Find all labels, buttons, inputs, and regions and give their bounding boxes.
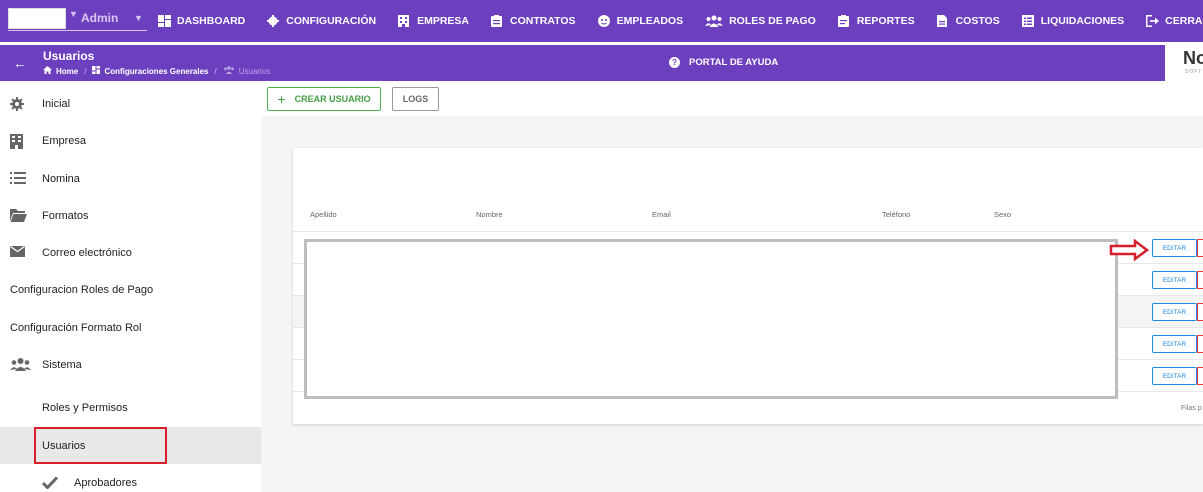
gear-icon [10,96,26,111]
edit-button[interactable]: EDITAR [1152,367,1197,385]
chevron-down-icon[interactable]: ▼ [134,13,143,23]
plus-icon: + [277,91,286,107]
edit-button[interactable]: EDITAR [1152,239,1197,257]
logo-text: No [1183,48,1203,68]
logs-button[interactable]: LOGS [392,87,439,111]
nav-reportes[interactable]: REPORTES [837,15,915,27]
sidebar-item-empresa[interactable]: Empresa [0,122,261,159]
breadcrumb-separator: / [214,66,217,76]
delete-button[interactable] [1197,335,1203,353]
delete-button[interactable] [1197,367,1203,385]
nav-liquidaciones[interactable]: LIQUIDACIONES [1021,15,1124,27]
building-icon [398,15,411,27]
logo-subtext: SOFT [1185,69,1203,75]
people-icon [705,15,724,27]
sidebar-item-nomina[interactable]: Nomina [0,160,261,197]
sidebar-item-configuracion-formato[interactable]: Configuración Formato Rol [0,309,261,346]
logout-icon [1146,15,1160,27]
sidebar-item-formatos[interactable]: Formatos [0,197,261,234]
people-icon [223,66,235,76]
nav-empleados[interactable]: EMPLEADOS [597,15,683,27]
clipboard-icon [491,15,504,27]
delete-button[interactable] [1197,271,1203,289]
home-icon [43,66,52,76]
back-arrow-icon[interactable]: ← [13,55,27,71]
delete-button[interactable] [1197,303,1203,321]
dashboard-icon [92,66,101,76]
face-icon [597,15,611,27]
breadcrumb-home[interactable]: Home [56,67,78,76]
page-title: Usuarios [43,49,95,63]
nav-menu: DASHBOARD CONFIGURACIÓN EMPRESA CONTRATO… [158,0,1203,42]
help-portal-link[interactable]: ? PORTAL DE AYUDA [669,57,778,68]
column-header-nombre[interactable]: Nombre [476,210,503,219]
sidebar-item-inicial[interactable]: Inicial [0,85,261,122]
breadcrumb: Home / Configuraciones Generales / Usuar… [43,66,270,76]
people-icon [10,357,32,372]
column-header-apellido[interactable]: Apellido [310,210,337,219]
check-icon [41,475,59,490]
gear-icon [267,15,280,27]
sidebar-item-correo[interactable]: Correo electrónico [0,234,261,271]
help-icon: ? [669,57,680,68]
breadcrumb-separator: / [84,66,87,76]
nav-contratos[interactable]: CONTRATOS [491,15,576,27]
document-icon [936,15,950,27]
nav-dashboard[interactable]: DASHBOARD [158,15,245,27]
nav-costos[interactable]: COSTOS [936,15,1000,27]
user-underline [8,30,147,31]
delete-button[interactable] [1197,239,1203,257]
breadcrumb-current: Usuarios [238,66,271,76]
nav-roles-de-pago[interactable]: ROLES DE PAGO [705,15,816,27]
create-user-button[interactable]: + CREAR USUARIO [267,87,381,111]
user-name[interactable]: Admin [81,11,118,25]
list-icon [10,171,26,186]
nav-empresa[interactable]: EMPRESA [398,15,469,27]
list-icon [1021,15,1035,27]
edit-button[interactable]: EDITAR [1152,271,1197,289]
sidebar-item-roles-permisos[interactable]: Roles y Permisos [0,389,261,426]
nav-configuracion[interactable]: CONFIGURACIÓN [267,15,376,27]
sidebar-item-configuracion-roles[interactable]: Configuracion Roles de Pago [0,271,261,308]
folder-icon [10,208,27,223]
report-icon [837,15,851,27]
mail-icon [10,245,26,260]
caret-down-icon: ▼ [69,9,78,19]
edit-button[interactable]: EDITAR [1152,335,1197,353]
column-header-sexo[interactable]: Sexo [994,210,1011,219]
edit-button[interactable]: EDITAR [1152,303,1197,321]
column-header-email[interactable]: Email [652,210,671,219]
highlight-annotation [34,427,167,464]
arrow-annotation-icon [1109,238,1150,266]
sidebar-item-sistema[interactable]: Sistema [0,346,261,383]
column-header-telefono[interactable]: Teléfono [882,210,910,219]
top-navbar: ▼ Admin ▼ DASHBOARD CONFIGURACIÓN EMPRES… [0,0,1203,42]
nav-cerrar-sesion[interactable]: CERRAR SESIÓN [1146,15,1203,27]
building-icon [10,133,26,149]
redacted-data-area [304,239,1118,399]
rows-per-page-label: Filas p [1181,405,1202,412]
sidebar-item-aprobadores[interactable]: Aprobadores [0,464,261,492]
dashboard-icon [158,15,171,27]
breadcrumb-section[interactable]: Configuraciones Generales [104,67,208,76]
company-selector[interactable] [8,8,66,29]
page-header: ← Usuarios Home / Configuraciones Genera… [0,45,1203,81]
